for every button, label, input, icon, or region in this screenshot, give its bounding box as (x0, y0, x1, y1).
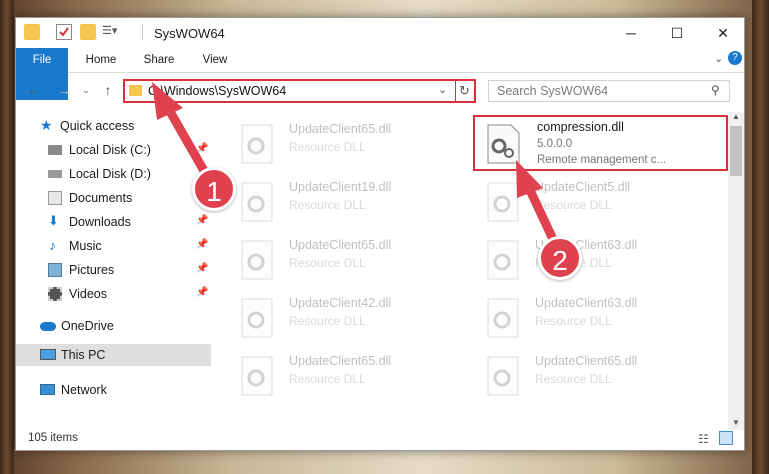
callout-badge-1: 1 (192, 167, 236, 211)
tutorial-arrows (152, 82, 563, 255)
callout-badge-2: 2 (538, 236, 582, 280)
